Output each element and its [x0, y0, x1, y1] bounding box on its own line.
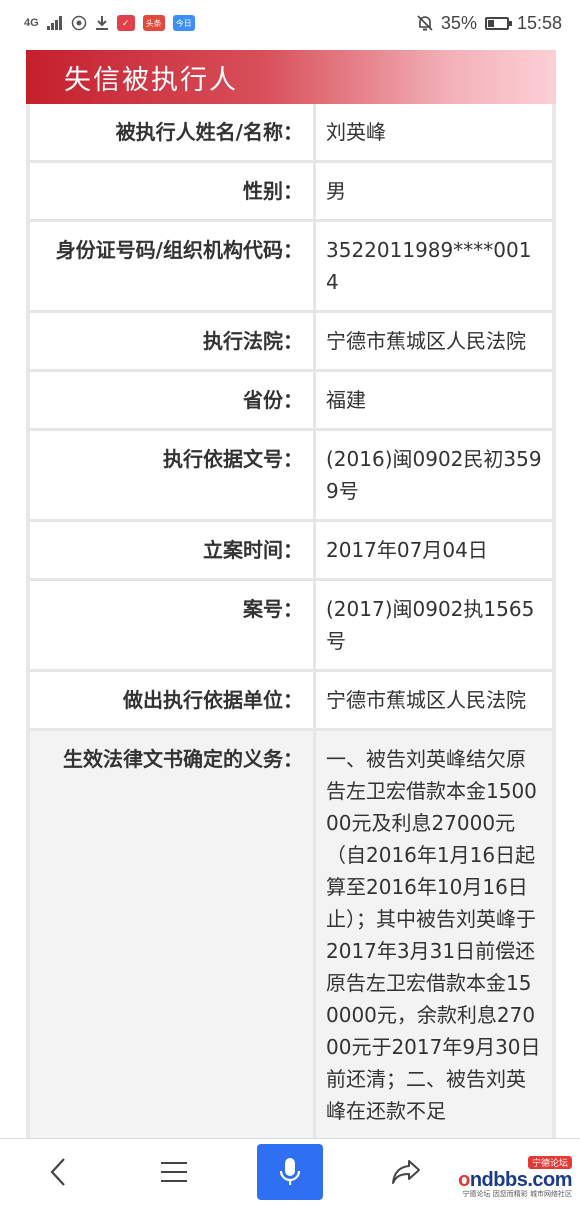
app-badge-blue: 今日	[172, 15, 195, 31]
row-label: 被执行人姓名/名称：	[30, 104, 316, 160]
section-header: 失信被执行人	[26, 50, 556, 104]
status-bar: 4G ✓ 头条 今日 35% 15:58	[0, 0, 580, 46]
row-label: 性别：	[30, 163, 316, 219]
back-button[interactable]	[0, 1139, 116, 1205]
row-label: 省份：	[30, 372, 316, 428]
row-value: 男	[316, 163, 552, 219]
app-badge-red-icon: ✓	[116, 15, 135, 31]
page-title: 失信被执行人	[64, 64, 238, 96]
battery-icon	[484, 16, 512, 30]
site-watermark: 宁德论坛 ondbbs.com 宁德论坛 因您而精彩 城市网络社区	[458, 1156, 573, 1199]
table-row: 被执行人姓名/名称： 刘英峰	[30, 104, 552, 163]
download-icon	[95, 16, 108, 30]
table-row: 省份： 福建	[30, 372, 552, 431]
table-row: 生效法律文书确定的义务： 一、被告刘英峰结欠原告左卫宏借款本金150000元及利息…	[30, 731, 552, 1142]
info-table: 被执行人姓名/名称： 刘英峰 性别：男身份证号码/组织机构代码： 3522011989…	[26, 104, 556, 1142]
signal-icon	[46, 16, 62, 30]
row-label: 身份证号码/组织机构代码：	[30, 222, 316, 310]
status-left: 4G ✓ 头条 今日	[24, 15, 195, 31]
table-row: 案号： (2017)闽0902执1565号	[30, 581, 552, 672]
row-value: 一、被告刘英峰结欠原告左卫宏借款本金150000元及利息27000元（自2016…	[316, 731, 552, 1139]
table-row: 执行依据文号： (2016)闽0902民初3599号	[30, 431, 552, 522]
row-value: 3522011989****0014	[316, 222, 552, 310]
voice-button[interactable]	[232, 1139, 348, 1205]
row-label: 生效法律文书确定的义务：	[30, 731, 316, 1139]
network-type: 4G	[24, 17, 39, 29]
clock: 15:58	[516, 12, 562, 33]
battery-percent: 35%	[440, 12, 477, 33]
row-label: 执行依据文号：	[30, 431, 316, 519]
location-icon	[71, 15, 86, 31]
row-value: (2016)闽0902民初3599号	[316, 431, 552, 519]
share-button[interactable]	[348, 1139, 464, 1205]
row-label: 案号：	[30, 581, 316, 669]
row-label: 执行法院：	[30, 313, 316, 369]
row-label: 立案时间：	[30, 522, 316, 578]
watermark-sub: 宁德论坛 因您而精彩 城市网络社区	[462, 1190, 572, 1198]
row-value: 2017年07月04日	[316, 522, 552, 578]
table-row: 立案时间： 2017年07月04日	[30, 522, 552, 581]
table-row: 做出执行依据单位： 宁德市蕉城区人民法院	[30, 672, 552, 731]
microphone-icon	[279, 1158, 301, 1185]
table-row: 性别：男	[30, 163, 552, 222]
menu-button[interactable]	[116, 1139, 232, 1205]
back-icon	[50, 1158, 65, 1186]
menu-icon	[161, 1162, 187, 1182]
app-badge-toutiao: 头条	[142, 15, 165, 31]
row-value: 福建	[316, 372, 552, 428]
row-value: (2017)闽0902执1565号	[316, 581, 552, 669]
row-label: 做出执行依据单位：	[30, 672, 316, 728]
voice-button-bg[interactable]	[257, 1144, 323, 1200]
row-value: 宁德市蕉城区人民法院	[316, 672, 552, 728]
row-value: 刘英峰	[316, 104, 552, 160]
status-right: 35% 15:58	[417, 13, 562, 34]
row-value: 宁德市蕉城区人民法院	[316, 313, 552, 369]
mute-bell-icon	[417, 15, 433, 31]
table-row: 身份证号码/组织机构代码： 3522011989****0014	[30, 222, 552, 313]
watermark-top: 宁德论坛	[527, 1156, 572, 1169]
table-row: 执行法院： 宁德市蕉城区人民法院	[30, 313, 552, 372]
share-icon	[392, 1160, 420, 1184]
battery-fill	[487, 19, 495, 27]
